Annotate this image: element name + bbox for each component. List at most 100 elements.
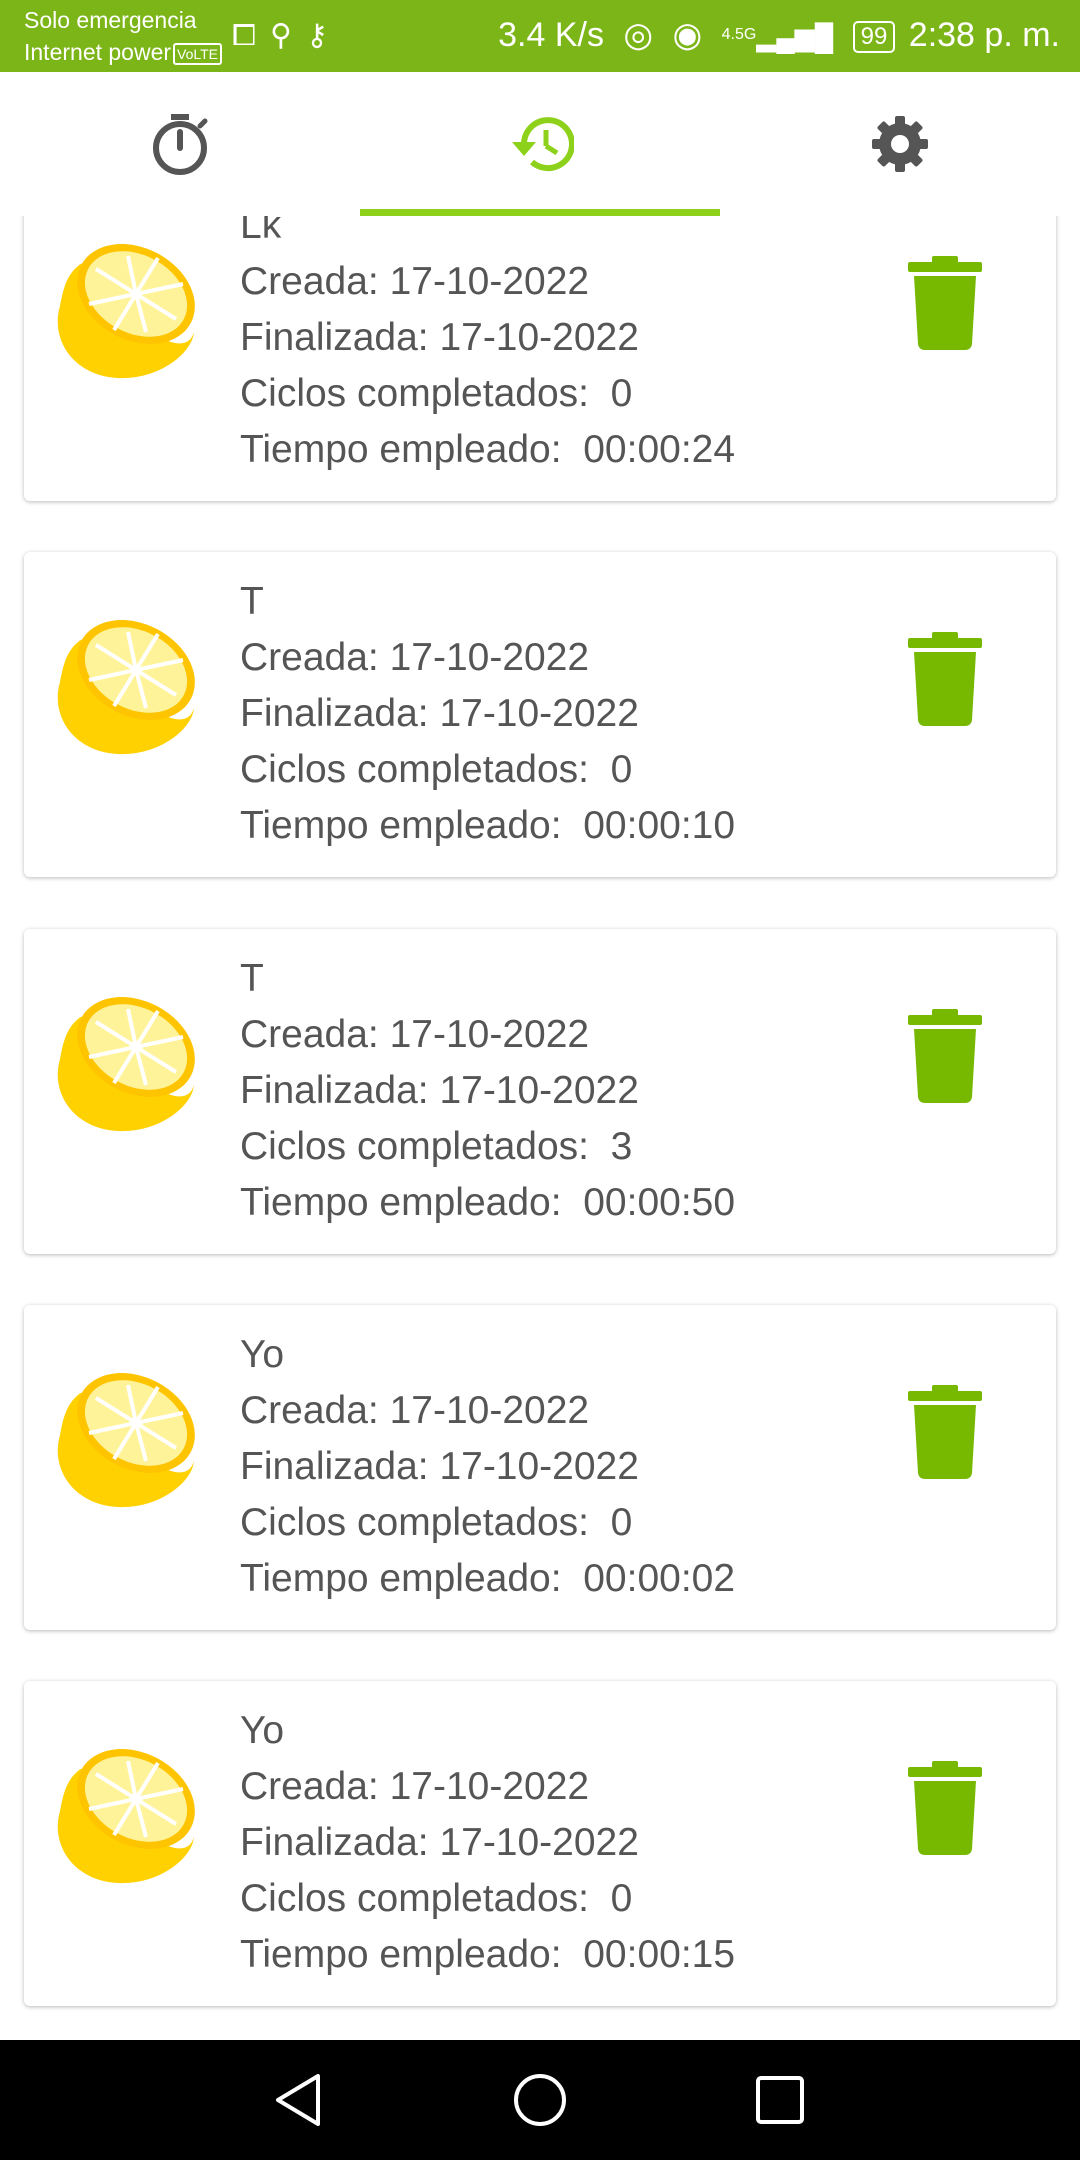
- cycles-label: Ciclos completados:: [240, 1501, 611, 1544]
- created-value: 17-10-2022: [389, 1013, 590, 1056]
- record-name: Yo: [240, 1709, 285, 1752]
- tab-timer[interactable]: [0, 72, 360, 216]
- history-card[interactable]: Yo Creada: 17-10-2022 Finalizada: 17-10-…: [24, 1681, 1056, 2006]
- lemon-icon: [57, 1373, 195, 1508]
- created-row: Creada: 17-10-2022: [240, 1007, 735, 1063]
- record-details: Lk Creada: 17-10-2022 Finalizada: 17-10-…: [240, 216, 735, 478]
- eye-icon: ◉: [672, 16, 703, 54]
- status-time: 2:38 p. m.: [908, 16, 1060, 54]
- cycles-row: Ciclos completados: 3: [240, 1119, 735, 1175]
- record-name: Yo: [240, 1333, 285, 1376]
- navigation-bar: [0, 2040, 1080, 2160]
- delete-icon[interactable]: [908, 632, 982, 726]
- cycles-row: Ciclos completados: 0: [240, 742, 735, 798]
- finished-label: Finalizada:: [240, 1445, 440, 1488]
- carrier-line-1: Solo emergencia: [24, 7, 197, 33]
- created-label: Creada:: [240, 1765, 390, 1808]
- created-row: Creada: 17-10-2022: [240, 1759, 735, 1815]
- network-speed: 3.4 K/s: [498, 16, 604, 54]
- history-card[interactable]: Yo Creada: 17-10-2022 Finalizada: 17-10-…: [24, 1305, 1056, 1630]
- finished-label: Finalizada:: [240, 1069, 440, 1112]
- activity-icon: ⧠: [232, 19, 270, 52]
- created-value: 17-10-2022: [389, 636, 590, 679]
- cycles-value: 3: [610, 1125, 633, 1168]
- hotspot-icon: ◎: [623, 16, 654, 54]
- recents-icon[interactable]: [750, 2070, 810, 2130]
- finished-row: Finalizada: 17-10-2022: [240, 686, 735, 742]
- time-value: 00:00:15: [583, 1933, 736, 1976]
- time-row: Tiempo empleado: 00:00:15: [240, 1927, 735, 1983]
- time-label: Tiempo empleado:: [240, 1181, 584, 1224]
- lemon-icon: [57, 244, 195, 379]
- delete-icon[interactable]: [908, 256, 982, 350]
- time-row: Tiempo empleado: 00:00:10: [240, 798, 735, 854]
- carrier-line-2: Internet power: [24, 39, 172, 65]
- cycles-value: 0: [610, 1877, 633, 1920]
- cycles-value: 0: [610, 748, 633, 791]
- carrier-info: Solo emergencia Internet power VoLTE: [24, 4, 223, 68]
- cycles-value: 0: [610, 1501, 633, 1544]
- active-tab-indicator: [360, 209, 720, 216]
- lemon-icon: [57, 997, 195, 1132]
- finished-value: 17-10-2022: [439, 1821, 639, 1864]
- volte-badge: VoLTE: [173, 42, 223, 65]
- time-value: 00:00:10: [583, 804, 736, 847]
- created-label: Creada:: [240, 636, 390, 679]
- back-icon[interactable]: [270, 2070, 330, 2130]
- delete-icon[interactable]: [908, 1761, 982, 1855]
- created-value: 17-10-2022: [389, 1765, 590, 1808]
- finished-label: Finalizada:: [240, 692, 440, 735]
- cycles-row: Ciclos completados: 0: [240, 1871, 735, 1927]
- finished-label: Finalizada:: [240, 1821, 440, 1864]
- usb-icon: ⚷: [305, 19, 342, 52]
- record-details: T Creada: 17-10-2022 Finalizada: 17-10-2…: [240, 574, 735, 854]
- record-name: Lk: [240, 216, 282, 247]
- tab-history[interactable]: [360, 72, 720, 216]
- settings-icon: [872, 116, 928, 172]
- created-label: Creada:: [240, 1389, 390, 1432]
- record-details: Yo Creada: 17-10-2022 Finalizada: 17-10-…: [240, 1703, 735, 1983]
- created-label: Creada:: [240, 260, 390, 303]
- status-bar: Solo emergencia Internet power VoLTE ⧠⚲⚷ …: [0, 0, 1080, 72]
- history-card[interactable]: Lk Creada: 17-10-2022 Finalizada: 17-10-…: [24, 216, 1056, 501]
- cycles-label: Ciclos completados:: [240, 1877, 611, 1920]
- delete-icon[interactable]: [908, 1385, 982, 1479]
- history-icon: [512, 117, 574, 172]
- finished-row: Finalizada: 17-10-2022: [240, 1063, 735, 1119]
- record-name: T: [240, 580, 264, 623]
- time-row: Tiempo empleado: 00:00:02: [240, 1551, 735, 1607]
- tab-settings[interactable]: [720, 72, 1080, 216]
- time-row: Tiempo empleado: 00:00:50: [240, 1175, 735, 1231]
- lemon-icon: [57, 620, 195, 755]
- history-list[interactable]: Lk Creada: 17-10-2022 Finalizada: 17-10-…: [0, 216, 1080, 2040]
- cycles-label: Ciclos completados:: [240, 748, 611, 791]
- finished-row: Finalizada: 17-10-2022: [240, 310, 735, 366]
- record-details: T Creada: 17-10-2022 Finalizada: 17-10-2…: [240, 951, 735, 1231]
- finished-value: 17-10-2022: [439, 1069, 639, 1112]
- created-value: 17-10-2022: [389, 260, 590, 303]
- time-label: Tiempo empleado:: [240, 1557, 584, 1600]
- history-card[interactable]: T Creada: 17-10-2022 Finalizada: 17-10-2…: [24, 552, 1056, 877]
- history-card[interactable]: T Creada: 17-10-2022 Finalizada: 17-10-2…: [24, 929, 1056, 1254]
- home-icon[interactable]: [510, 2070, 570, 2130]
- cycles-label: Ciclos completados:: [240, 372, 611, 415]
- cycles-row: Ciclos completados: 0: [240, 1495, 735, 1551]
- time-label: Tiempo empleado:: [240, 804, 584, 847]
- created-value: 17-10-2022: [389, 1389, 590, 1432]
- timer-icon: [153, 114, 208, 175]
- cycles-label: Ciclos completados:: [240, 1125, 611, 1168]
- tab-bar: [0, 72, 1080, 216]
- finished-value: 17-10-2022: [439, 1445, 639, 1488]
- time-label: Tiempo empleado:: [240, 428, 584, 471]
- delete-icon[interactable]: [908, 1009, 982, 1103]
- signal-label: 4.5G: [721, 26, 757, 43]
- lemon-icon: [57, 1749, 195, 1884]
- finished-label: Finalizada:: [240, 316, 440, 359]
- finished-row: Finalizada: 17-10-2022: [240, 1439, 735, 1495]
- created-row: Creada: 17-10-2022: [240, 254, 735, 310]
- battery-icon: 99: [852, 21, 896, 54]
- status-right: 3.4 K/s ◎ ◉ 4.5G▂▄▆█ 99 2:38 p. m.: [488, 12, 1060, 60]
- finished-row: Finalizada: 17-10-2022: [240, 1815, 735, 1871]
- incognito-icon: ⚲: [270, 19, 306, 52]
- time-value: 00:00:50: [583, 1181, 736, 1224]
